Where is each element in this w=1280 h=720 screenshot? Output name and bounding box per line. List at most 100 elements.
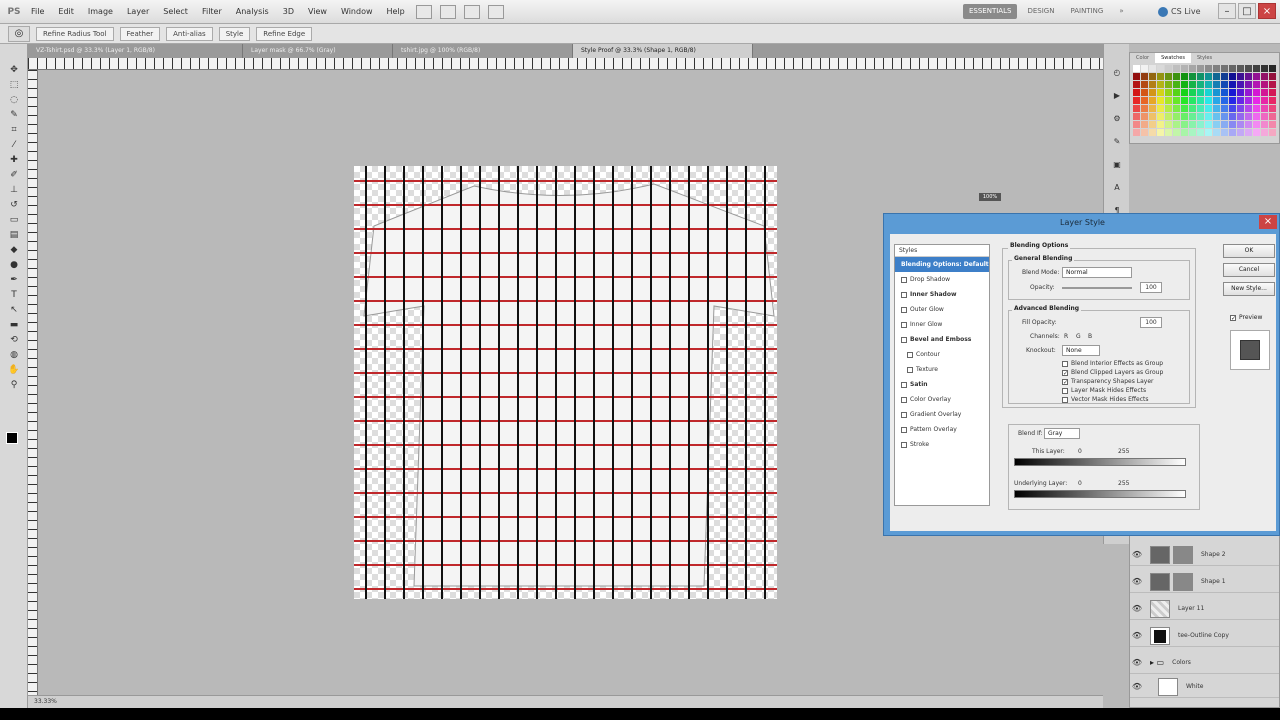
color-swatch[interactable] (1189, 129, 1196, 136)
style-item[interactable]: Outer Glow (895, 302, 989, 317)
color-swatch[interactable] (1133, 81, 1140, 88)
option-anti-alias[interactable]: Anti-alias (166, 26, 213, 41)
lasso-tool-icon[interactable]: ◌ (7, 94, 21, 106)
color-swatch[interactable] (1197, 81, 1204, 88)
blend-option-checkbox-row[interactable]: Layer Mask Hides Effects (1062, 387, 1146, 394)
opacity-slider[interactable] (1062, 287, 1132, 289)
style-item[interactable]: Blending Options: Default (895, 257, 989, 272)
color-swatch[interactable] (1221, 65, 1228, 72)
3d-rotate-tool-icon[interactable]: ⟲ (7, 334, 21, 346)
color-swatch[interactable] (1165, 73, 1172, 80)
color-swatch[interactable] (1149, 73, 1156, 80)
eyedropper-tool-icon[interactable]: ⁄ (7, 139, 21, 151)
color-swatch[interactable] (1261, 65, 1268, 72)
color-swatch[interactable] (1269, 105, 1276, 112)
color-swatch[interactable] (1173, 97, 1180, 104)
menu-filter[interactable]: Filter (195, 0, 229, 24)
color-swatch[interactable] (1181, 129, 1188, 136)
workspace-design[interactable]: DESIGN (1021, 4, 1060, 19)
channel-g[interactable]: G (1076, 333, 1081, 340)
color-swatch[interactable] (1205, 105, 1212, 112)
workspace-essentials[interactable]: ESSENTIALS (963, 4, 1018, 19)
color-swatch[interactable] (1221, 97, 1228, 104)
menu-image[interactable]: Image (81, 0, 120, 24)
color-swatch[interactable] (1221, 113, 1228, 120)
color-swatch[interactable] (1173, 73, 1180, 80)
mini-bridge-icon[interactable] (439, 4, 456, 19)
color-swatch[interactable] (1149, 129, 1156, 136)
color-swatch[interactable] (1229, 65, 1236, 72)
style-checkbox[interactable] (901, 441, 907, 448)
style-checkbox[interactable] (907, 351, 913, 358)
color-swatch[interactable] (1221, 129, 1228, 136)
color-swatch[interactable] (1141, 73, 1148, 80)
color-swatch[interactable] (1205, 97, 1212, 104)
menu-help[interactable]: Help (380, 0, 412, 24)
color-swatch[interactable] (1253, 97, 1260, 104)
color-swatch[interactable] (1221, 81, 1228, 88)
close-icon[interactable]: × (1258, 3, 1276, 19)
color-swatch[interactable] (1141, 65, 1148, 72)
color-swatch[interactable] (1181, 73, 1188, 80)
color-swatch[interactable] (1173, 81, 1180, 88)
color-swatch[interactable] (1205, 113, 1212, 120)
style-checkbox[interactable] (901, 321, 907, 328)
style-item[interactable]: Bevel and Emboss (895, 332, 989, 347)
color-swatch[interactable] (1133, 113, 1140, 120)
color-swatch[interactable] (1181, 81, 1188, 88)
color-swatch[interactable] (1181, 113, 1188, 120)
preview-row[interactable]: ✓ Preview (1230, 314, 1262, 321)
style-checkbox[interactable] (901, 291, 907, 298)
blend-option-checkbox[interactable]: ✓ (1062, 378, 1068, 385)
blend-option-checkbox[interactable] (1062, 396, 1068, 403)
color-swatch[interactable] (1189, 113, 1196, 120)
brushes-icon[interactable]: ✎ (1110, 135, 1124, 148)
workspace-more-icon[interactable]: » (1113, 4, 1129, 19)
option-feather[interactable]: Feather (119, 26, 161, 41)
channel-b[interactable]: B (1088, 333, 1092, 340)
color-swatch[interactable] (1189, 97, 1196, 104)
color-swatch[interactable] (1213, 97, 1220, 104)
color-swatch[interactable] (1261, 81, 1268, 88)
tool-presets-icon[interactable]: ⚙ (1110, 112, 1124, 125)
color-swatch[interactable] (1165, 89, 1172, 96)
color-swatch[interactable] (1197, 73, 1204, 80)
color-swatch[interactable] (1253, 89, 1260, 96)
color-swatch[interactable] (1157, 81, 1164, 88)
color-swatch[interactable] (1245, 81, 1252, 88)
color-swatch[interactable] (1165, 65, 1172, 72)
styles-header[interactable]: Styles (895, 245, 989, 257)
path-select-tool-icon[interactable]: ↖ (7, 304, 21, 316)
dialog-close-icon[interactable]: × (1259, 215, 1277, 229)
color-swatch[interactable] (1165, 105, 1172, 112)
color-swatch[interactable] (1261, 105, 1268, 112)
blur-tool-icon[interactable]: ◆ (7, 244, 21, 256)
menu-layer[interactable]: Layer (120, 0, 156, 24)
blend-option-checkbox-row[interactable]: Vector Mask Hides Effects (1062, 396, 1149, 403)
blend-option-checkbox[interactable] (1062, 360, 1068, 367)
arrange-documents-icon[interactable] (463, 4, 480, 19)
style-checkbox[interactable] (901, 306, 907, 313)
color-swatch[interactable] (1253, 73, 1260, 80)
color-swatch[interactable] (1173, 121, 1180, 128)
blend-if-select[interactable]: Gray (1044, 428, 1080, 439)
color-swatch[interactable] (1205, 73, 1212, 80)
color-swatch[interactable] (1205, 65, 1212, 72)
menu-view[interactable]: View (301, 0, 334, 24)
color-swatch[interactable] (1173, 89, 1180, 96)
color-swatch[interactable] (1269, 113, 1276, 120)
visibility-eye-icon[interactable]: 👁 (1130, 658, 1144, 667)
color-swatch[interactable] (1149, 105, 1156, 112)
menu-select[interactable]: Select (156, 0, 195, 24)
color-swatch[interactable] (1157, 65, 1164, 72)
fill-opacity-input[interactable]: 100 (1140, 317, 1162, 328)
color-swatch[interactable] (1261, 89, 1268, 96)
blend-option-checkbox-row[interactable]: ✓ Transparency Shapes Layer (1062, 378, 1153, 385)
ok-button[interactable]: OK (1223, 244, 1275, 258)
color-swatch[interactable] (1141, 113, 1148, 120)
color-swatch[interactable] (1237, 121, 1244, 128)
cs-live[interactable]: CS Live (1158, 4, 1201, 19)
color-swatch[interactable] (1245, 89, 1252, 96)
menu-file[interactable]: File (24, 0, 51, 24)
visibility-eye-icon[interactable]: 👁 (1130, 604, 1144, 613)
